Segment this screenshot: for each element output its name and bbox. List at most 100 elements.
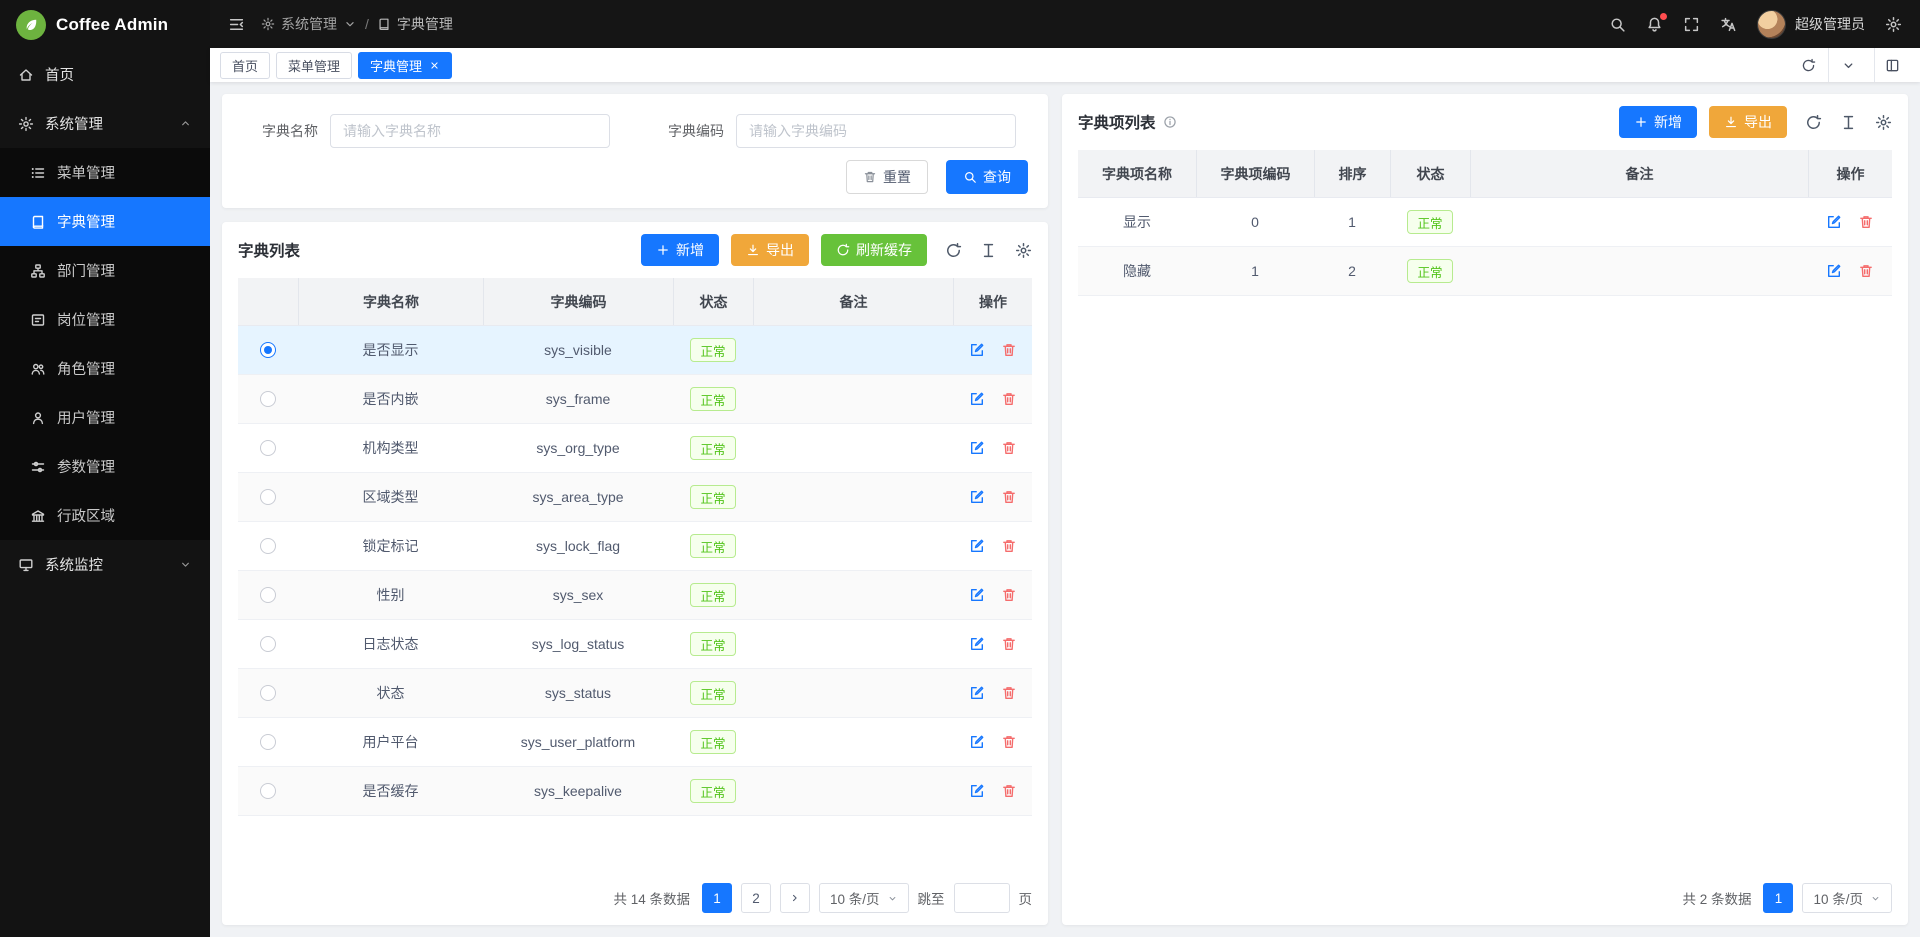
sidebar-item-home[interactable]: 首页 — [0, 50, 210, 99]
sidebar-item-role-management[interactable]: 角色管理 — [0, 344, 210, 393]
dict-row-sys_visible[interactable]: 是否显示sys_visible正常 — [238, 326, 1032, 375]
delete-icon[interactable] — [1001, 783, 1017, 799]
export-dict-button[interactable]: 导出 — [731, 234, 809, 266]
edit-icon[interactable] — [969, 440, 985, 456]
edit-icon[interactable] — [969, 538, 985, 554]
row-radio[interactable] — [260, 734, 276, 750]
page-button-1[interactable]: 1 — [1763, 883, 1793, 913]
edit-icon[interactable] — [969, 685, 985, 701]
row-radio[interactable] — [260, 685, 276, 701]
delete-icon[interactable] — [1001, 489, 1017, 505]
sidebar-item-system-monitor[interactable]: 系统监控 — [0, 540, 210, 589]
edit-icon[interactable] — [969, 391, 985, 407]
row-radio[interactable] — [260, 783, 276, 799]
refresh-cache-button[interactable]: 刷新缓存 — [821, 234, 927, 266]
sidebar-collapse-icon[interactable] — [228, 16, 245, 33]
row-radio[interactable] — [260, 342, 276, 358]
dict-item-title: 字典项列表 — [1078, 111, 1177, 133]
sidebar-item-user-management[interactable]: 用户管理 — [0, 393, 210, 442]
layout-toggle-icon[interactable] — [1874, 48, 1910, 82]
sidebar-item-system-management[interactable]: 系统管理 — [0, 99, 210, 148]
edit-icon[interactable] — [969, 636, 985, 652]
page-size-select[interactable]: 10 条/页 — [1802, 883, 1892, 913]
dict-row-sys_org_type[interactable]: 机构类型sys_org_type正常 — [238, 424, 1032, 473]
sidebar-item-menu-management[interactable]: 菜单管理 — [0, 148, 210, 197]
delete-icon[interactable] — [1001, 342, 1017, 358]
row-radio[interactable] — [260, 489, 276, 505]
edit-icon[interactable] — [1826, 263, 1842, 279]
notification-bell[interactable] — [1646, 16, 1663, 33]
breadcrumb-system-management[interactable]: 系统管理 — [261, 14, 357, 34]
delete-icon[interactable] — [1001, 391, 1017, 407]
user-menu[interactable]: 超级管理员 — [1757, 10, 1865, 39]
edit-icon[interactable] — [969, 342, 985, 358]
dict-name-cell: 是否内嵌 — [298, 375, 483, 423]
query-button[interactable]: 查询 — [946, 160, 1028, 194]
edit-icon[interactable] — [969, 783, 985, 799]
fullscreen-icon[interactable] — [1683, 16, 1700, 33]
dict-row-sys_lock_flag[interactable]: 锁定标记sys_lock_flag正常 — [238, 522, 1032, 571]
close-icon[interactable] — [429, 60, 440, 71]
add-item-button[interactable]: 新增 — [1619, 106, 1697, 138]
dict-row-sys_area_type[interactable]: 区域类型sys_area_type正常 — [238, 473, 1032, 522]
sidebar-item-param-management[interactable]: 参数管理 — [0, 442, 210, 491]
delete-icon[interactable] — [1001, 538, 1017, 554]
tab-home[interactable]: 首页 — [220, 52, 270, 79]
table-settings-icon[interactable] — [1015, 242, 1032, 259]
reset-button[interactable]: 重置 — [846, 160, 928, 194]
edit-icon[interactable] — [969, 587, 985, 603]
jump-page-input[interactable] — [954, 883, 1010, 913]
edit-icon[interactable] — [969, 489, 985, 505]
info-icon[interactable] — [1163, 115, 1177, 129]
delete-icon[interactable] — [1001, 734, 1017, 750]
table-refresh-icon[interactable] — [945, 242, 962, 259]
delete-icon[interactable] — [1001, 685, 1017, 701]
dict-row-sys_frame[interactable]: 是否内嵌sys_frame正常 — [238, 375, 1032, 424]
settings-gear-icon[interactable] — [1885, 16, 1902, 33]
tabs-dropdown-icon[interactable] — [1828, 48, 1868, 82]
row-radio[interactable] — [260, 538, 276, 554]
tab-menu-management[interactable]: 菜单管理 — [276, 52, 352, 79]
next-page-button[interactable] — [780, 883, 810, 913]
item-row[interactable]: 显示01正常 — [1078, 198, 1892, 247]
dict-code-input[interactable] — [736, 114, 1016, 148]
delete-icon[interactable] — [1001, 636, 1017, 652]
sidebar-item-region-management[interactable]: 行政区域 — [0, 491, 210, 540]
app-logo[interactable]: Coffee Admin — [0, 0, 210, 50]
table-settings-icon[interactable] — [1875, 114, 1892, 131]
page-button-2[interactable]: 2 — [741, 883, 771, 913]
translate-icon[interactable] — [1720, 16, 1737, 33]
delete-icon[interactable] — [1858, 263, 1874, 279]
sidebar-item-dept-management[interactable]: 部门管理 — [0, 246, 210, 295]
delete-icon[interactable] — [1001, 587, 1017, 603]
edit-icon[interactable] — [1826, 214, 1842, 230]
dict-row-sys_log_status[interactable]: 日志状态sys_log_status正常 — [238, 620, 1032, 669]
table-refresh-icon[interactable] — [1805, 114, 1822, 131]
delete-icon[interactable] — [1001, 440, 1017, 456]
tabs-refresh-icon[interactable] — [1789, 48, 1828, 82]
page-button-1[interactable]: 1 — [702, 883, 732, 913]
row-radio[interactable] — [260, 440, 276, 456]
add-dict-button[interactable]: 新增 — [641, 234, 719, 266]
dict-name-input[interactable] — [330, 114, 610, 148]
tab-dict-management[interactable]: 字典管理 — [358, 52, 452, 79]
column-settings-icon[interactable] — [980, 242, 997, 259]
column-settings-icon[interactable] — [1840, 114, 1857, 131]
page-size-select[interactable]: 10 条/页 — [819, 883, 909, 913]
row-radio[interactable] — [260, 587, 276, 603]
sidebar-item-dict-management[interactable]: 字典管理 — [0, 197, 210, 246]
dict-row-sys_sex[interactable]: 性别sys_sex正常 — [238, 571, 1032, 620]
dict-row-sys_status[interactable]: 状态sys_status正常 — [238, 669, 1032, 718]
dict-code-cell: sys_visible — [483, 326, 673, 374]
delete-icon[interactable] — [1858, 214, 1874, 230]
dict-row-sys_keepalive[interactable]: 是否缓存sys_keepalive正常 — [238, 767, 1032, 816]
dict-row-sys_user_platform[interactable]: 用户平台sys_user_platform正常 — [238, 718, 1032, 767]
remark-cell — [753, 718, 953, 766]
item-row[interactable]: 隐藏12正常 — [1078, 247, 1892, 296]
row-radio[interactable] — [260, 391, 276, 407]
search-icon[interactable] — [1609, 16, 1626, 33]
export-item-button[interactable]: 导出 — [1709, 106, 1787, 138]
row-radio[interactable] — [260, 636, 276, 652]
edit-icon[interactable] — [969, 734, 985, 750]
sidebar-item-post-management[interactable]: 岗位管理 — [0, 295, 210, 344]
